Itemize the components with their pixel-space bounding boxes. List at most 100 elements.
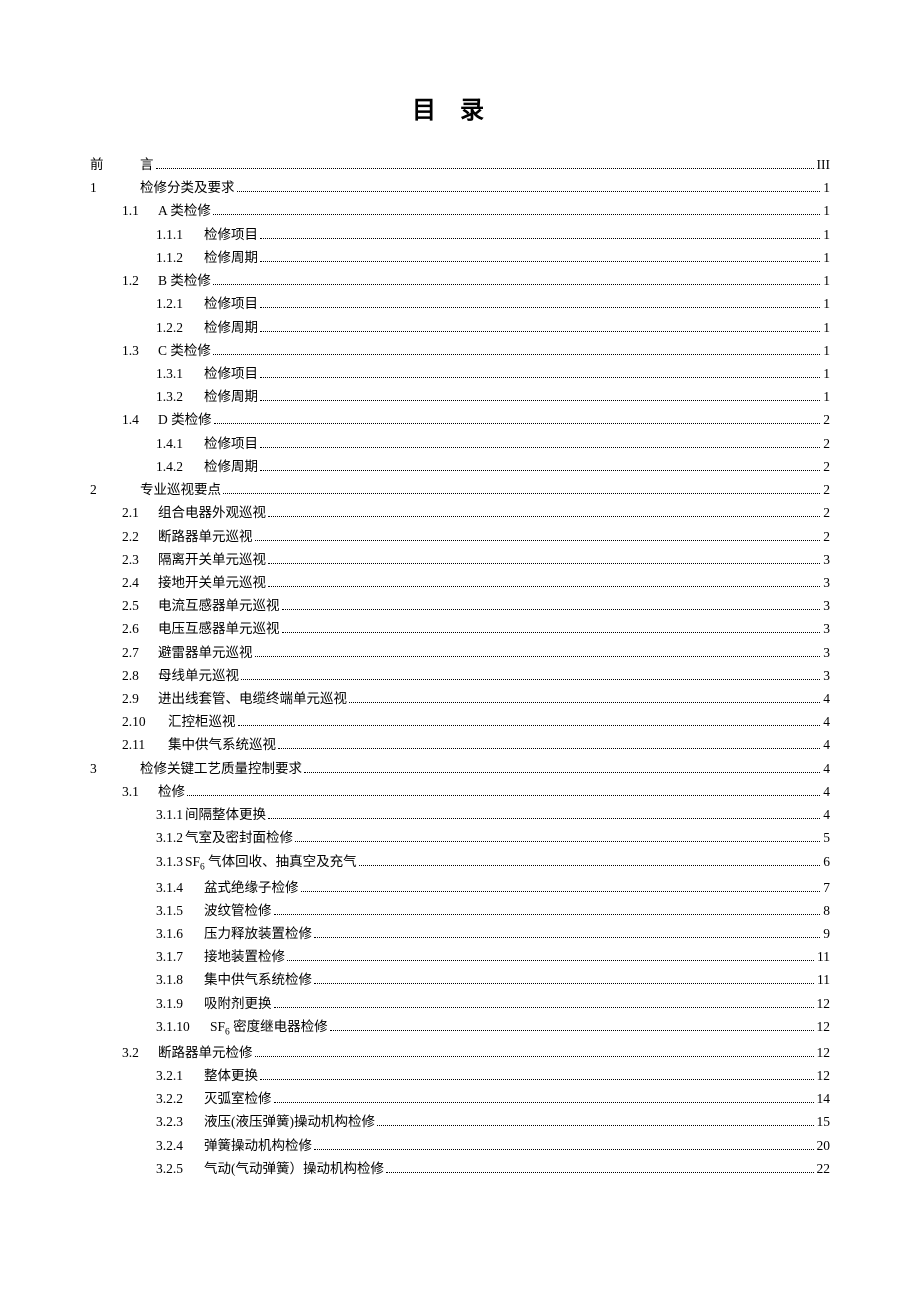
toc-entry: 3.1.2气室及密封面检修 5 <box>90 826 830 849</box>
toc-entry: 3.1检修4 <box>90 780 830 803</box>
toc-entry-page: 8 <box>823 899 830 922</box>
toc-entry-page: 4 <box>823 780 830 803</box>
toc-entry-number: 3.2 <box>122 1041 158 1064</box>
toc-leader <box>214 415 821 424</box>
toc-entry: 1.4D 类检修2 <box>90 408 830 431</box>
toc-leader <box>314 975 814 984</box>
toc-leader <box>238 717 821 726</box>
toc-leader <box>330 1021 814 1030</box>
toc-entry-number: 1.3.1 <box>156 362 204 385</box>
toc-entry-number: 2.8 <box>122 664 158 687</box>
toc-entry: 2.8母线单元巡视 3 <box>90 664 830 687</box>
toc-entry-number: 1.4.2 <box>156 455 204 478</box>
toc-entry-number: 2.10 <box>122 710 168 733</box>
toc-entry-text: 检修项目 <box>204 362 258 385</box>
toc-entry-number: 1.3 <box>122 339 158 362</box>
toc-leader <box>223 485 820 494</box>
toc-entry-number: 3.1 <box>122 780 158 803</box>
toc-entry: 2.1组合电器外观巡视2 <box>90 501 830 524</box>
toc-entry-number: 3.1.10 <box>156 1015 210 1038</box>
toc-entry-text: 气动(气动弹簧）操动机构检修 <box>204 1157 384 1180</box>
toc-entry-text: 弹簧操动机构检修 <box>204 1134 312 1157</box>
toc-entry-text: 断路器单元巡视 <box>158 525 253 548</box>
toc-entry: 1.2.2检修周期1 <box>90 316 830 339</box>
toc-entry-text: 检修关键工艺质量控制要求 <box>140 757 302 780</box>
toc-entry-number: 3.1.1 <box>156 803 183 826</box>
toc-entry-text: 间隔整体更换 <box>185 803 266 826</box>
toc-entry-text: 专业巡视要点 <box>140 478 221 501</box>
toc-leader <box>278 740 820 749</box>
toc-entry-page: 1 <box>823 316 830 339</box>
toc-leader <box>287 952 814 961</box>
toc-entry-page: 3 <box>823 641 830 664</box>
toc-leader <box>255 1047 814 1056</box>
toc-entry-number: 3.1.5 <box>156 899 204 922</box>
toc-entry-page: 1 <box>823 362 830 385</box>
toc-leader <box>260 438 820 447</box>
toc-entry-number: 前 <box>90 153 140 176</box>
toc-entry: 3.1.9吸附剂更换12 <box>90 992 830 1015</box>
toc-entry-text: 压力释放装置检修 <box>204 922 312 945</box>
toc-entry-page: 12 <box>817 1041 831 1064</box>
toc-entry: 3.1.3SF6 气体回收、抽真空及充气6 <box>90 850 830 876</box>
toc-entry: 3检修关键工艺质量控制要求4 <box>90 757 830 780</box>
toc-entry: 2专业巡视要点2 <box>90 478 830 501</box>
toc-entry-text: 母线单元巡视 <box>158 664 239 687</box>
toc-entry-number: 1 <box>90 176 140 199</box>
toc-entry-text: 电压互感器单元巡视 <box>158 617 280 640</box>
toc-entry-text: 断路器单元检修 <box>158 1041 253 1064</box>
toc-entry-text: 言 <box>140 153 154 176</box>
toc-leader <box>359 856 821 865</box>
toc-entry: 3.2断路器单元检修 12 <box>90 1041 830 1064</box>
toc-entry: 3.2.4弹簧操动机构检修20 <box>90 1134 830 1157</box>
toc-leader <box>268 508 820 517</box>
toc-title: 目录 <box>90 90 830 125</box>
toc-entry: 3.2.2灭弧室检修14 <box>90 1087 830 1110</box>
toc-entry-text: 气室及密封面检修 <box>185 826 293 849</box>
toc-entry-page: 1 <box>823 339 830 362</box>
toc-entry-number: 3.1.6 <box>156 922 204 945</box>
toc-entry-page: 14 <box>817 1087 831 1110</box>
toc-entry-number: 2.3 <box>122 548 158 571</box>
toc-leader <box>213 345 820 354</box>
toc-entry-text: 接地装置检修 <box>204 945 285 968</box>
toc-entry-number: 2.1 <box>122 501 158 524</box>
toc-leader <box>349 694 820 703</box>
toc-entry: 2.3隔离开关单元巡视3 <box>90 548 830 571</box>
toc-entry: 1.1.2检修周期1 <box>90 246 830 269</box>
toc-entry-page: 2 <box>823 501 830 524</box>
toc-entry-text: 检修项目 <box>204 223 258 246</box>
toc-entry-text: 检修周期 <box>204 246 258 269</box>
toc-entry-page: 3 <box>823 664 830 687</box>
toc-entry-text: 波纹管检修 <box>204 899 272 922</box>
toc-entry: 1.4.1检修项目2 <box>90 432 830 455</box>
toc-entry-page: 1 <box>823 292 830 315</box>
toc-entry-text: D 类检修 <box>158 408 212 431</box>
toc-leader <box>213 206 820 215</box>
toc-leader <box>241 670 820 679</box>
toc-entry: 1.2.1检修项目1 <box>90 292 830 315</box>
toc-entry-number: 2.11 <box>122 733 168 756</box>
toc-entry-page: 20 <box>817 1134 831 1157</box>
toc-entry-page: 5 <box>823 826 830 849</box>
toc-entry-page: 4 <box>823 733 830 756</box>
toc-leader <box>260 229 820 238</box>
toc-entry-number: 1.1.1 <box>156 223 204 246</box>
toc-entry-number: 3.1.9 <box>156 992 204 1015</box>
toc-entry-text: 检修周期 <box>204 385 258 408</box>
toc-entry-text: 接地开关单元巡视 <box>158 571 266 594</box>
toc-entry-number: 2 <box>90 478 140 501</box>
toc-entry-number: 2.5 <box>122 594 158 617</box>
toc-entry-page: 11 <box>817 968 830 991</box>
toc-leader <box>268 578 820 587</box>
toc-entry: 3.2.5气动(气动弹簧）操动机构检修22 <box>90 1157 830 1180</box>
toc-entry-number: 3.1.3 <box>156 850 183 873</box>
toc-entry-page: 2 <box>823 408 830 431</box>
toc-entry-number: 2.6 <box>122 617 158 640</box>
toc-entry: 3.1.5波纹管检修 8 <box>90 899 830 922</box>
toc-entry-page: 11 <box>817 945 830 968</box>
toc-entry-number: 3.1.4 <box>156 876 204 899</box>
toc-entry: 3.1.6压力释放装置检修9 <box>90 922 830 945</box>
toc-entry-number: 3.1.2 <box>156 826 183 849</box>
toc-entry-number: 2.4 <box>122 571 158 594</box>
